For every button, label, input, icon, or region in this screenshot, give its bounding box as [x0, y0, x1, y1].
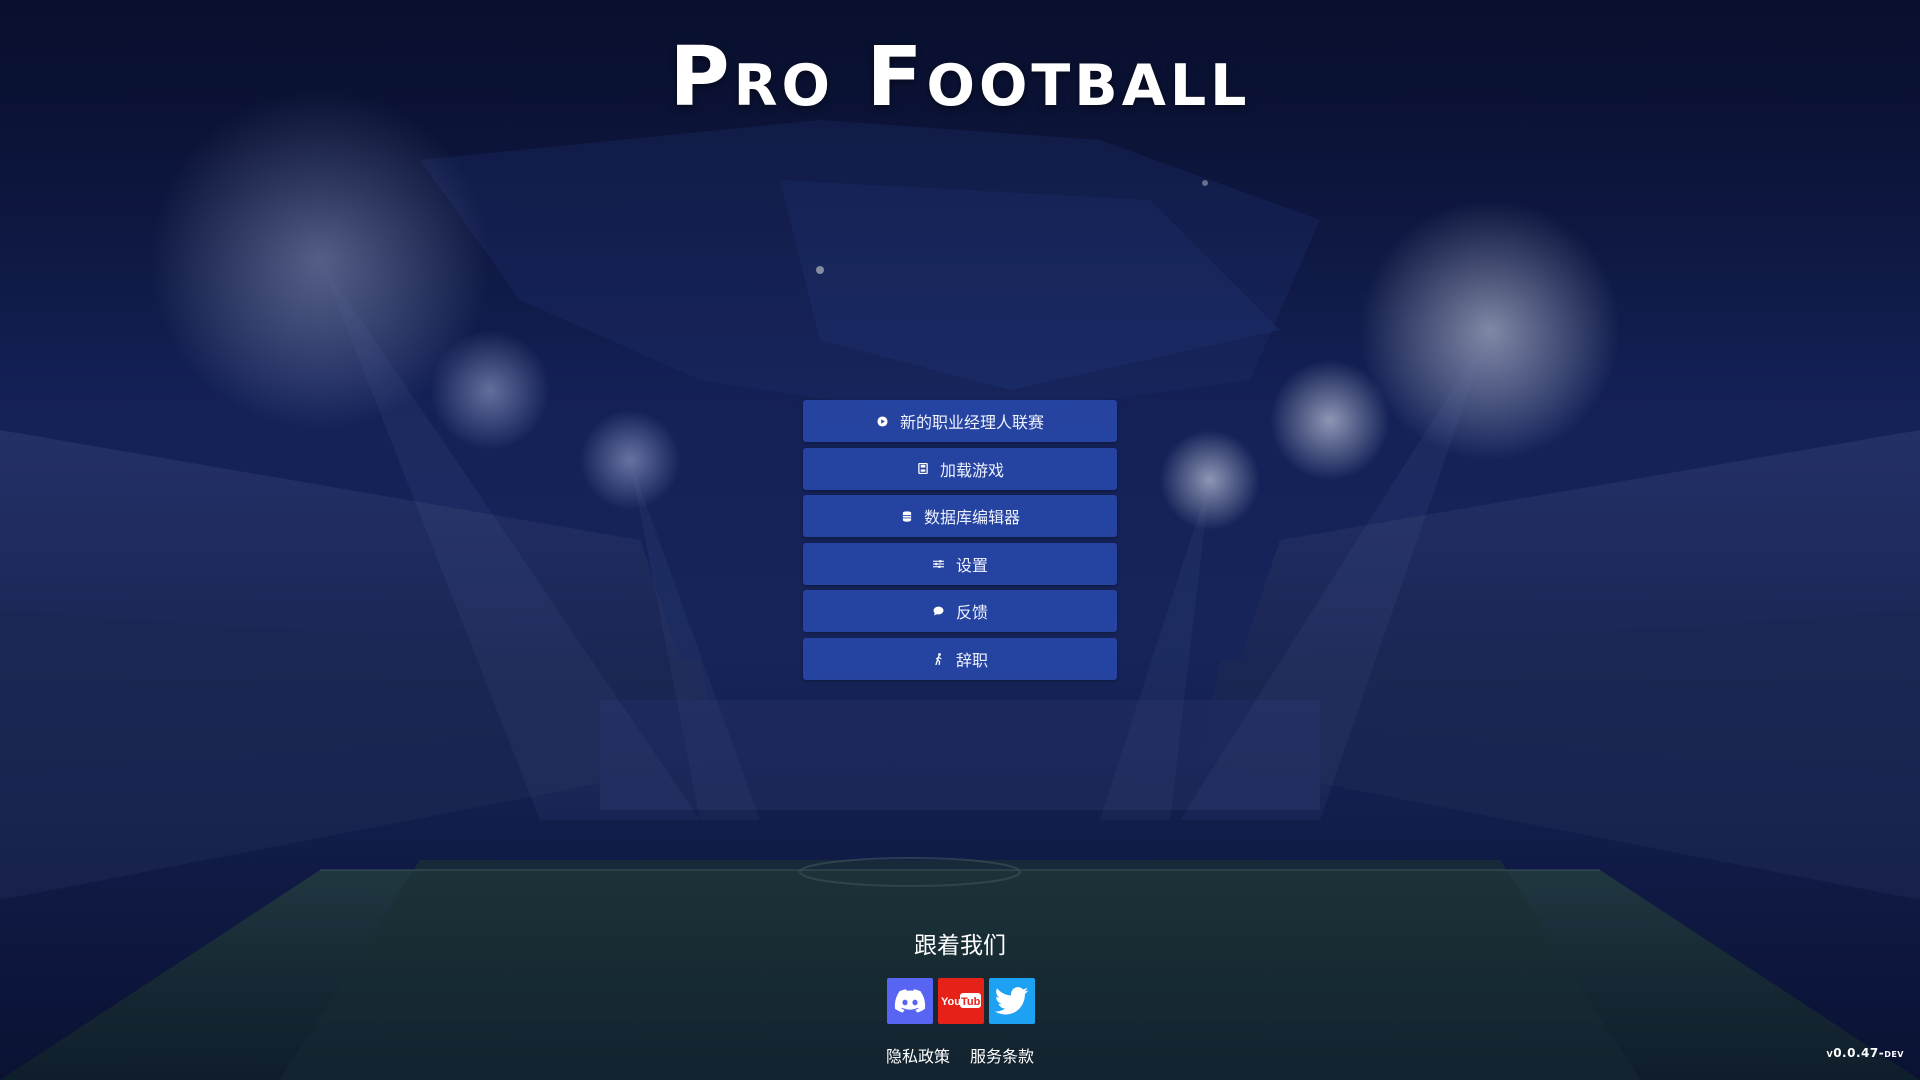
- privacy-policy-link[interactable]: 隐私政策: [886, 1043, 950, 1067]
- version-label: v0.0.47-dev: [1826, 1046, 1904, 1060]
- new-career-button[interactable]: 新的职业经理人联赛: [803, 400, 1117, 442]
- walking-person-icon: [932, 652, 946, 666]
- game-title: Pro Football: [669, 30, 1251, 125]
- feedback-button[interactable]: 反馈: [803, 590, 1117, 632]
- resign-button[interactable]: 辞职: [803, 637, 1117, 680]
- youtube-icon: You Tube: [941, 993, 981, 1008]
- svg-text:Tube: Tube: [961, 996, 981, 1008]
- main-menu: 新的职业经理人联赛 加载游戏 数据库编辑器 设置 反馈 辞职: [803, 400, 1117, 685]
- svg-text:You: You: [941, 996, 961, 1008]
- load-game-button[interactable]: 加载游戏: [803, 447, 1117, 490]
- database-editor-button[interactable]: 数据库编辑器: [803, 495, 1117, 537]
- discord-button[interactable]: [887, 978, 933, 1024]
- play-circle-icon: [876, 414, 890, 428]
- feedback-label: 反馈: [955, 603, 988, 622]
- footer-links: 隐私政策 服务条款: [0, 1043, 1920, 1067]
- twitter-button[interactable]: [989, 978, 1035, 1024]
- database-icon: [900, 509, 914, 523]
- discord-icon: [894, 989, 926, 1013]
- settings-label: 设置: [955, 555, 988, 575]
- resign-label: 辞职: [955, 650, 988, 670]
- follow-us-heading: 跟着我们: [914, 933, 1006, 959]
- social-links: You Tube: [887, 978, 1035, 1024]
- settings-button[interactable]: 设置: [803, 542, 1117, 585]
- save-file-icon: [916, 462, 930, 476]
- load-game-label: 加载游戏: [939, 460, 1004, 480]
- database-editor-label: 数据库编辑器: [923, 508, 1020, 527]
- sliders-icon: [932, 557, 946, 571]
- new-career-label: 新的职业经理人联赛: [899, 413, 1044, 432]
- chat-bubble-icon: [932, 604, 946, 618]
- twitter-bird-icon: [995, 987, 1029, 1015]
- youtube-button[interactable]: You Tube: [938, 978, 984, 1024]
- terms-of-service-link[interactable]: 服务条款: [970, 1043, 1034, 1067]
